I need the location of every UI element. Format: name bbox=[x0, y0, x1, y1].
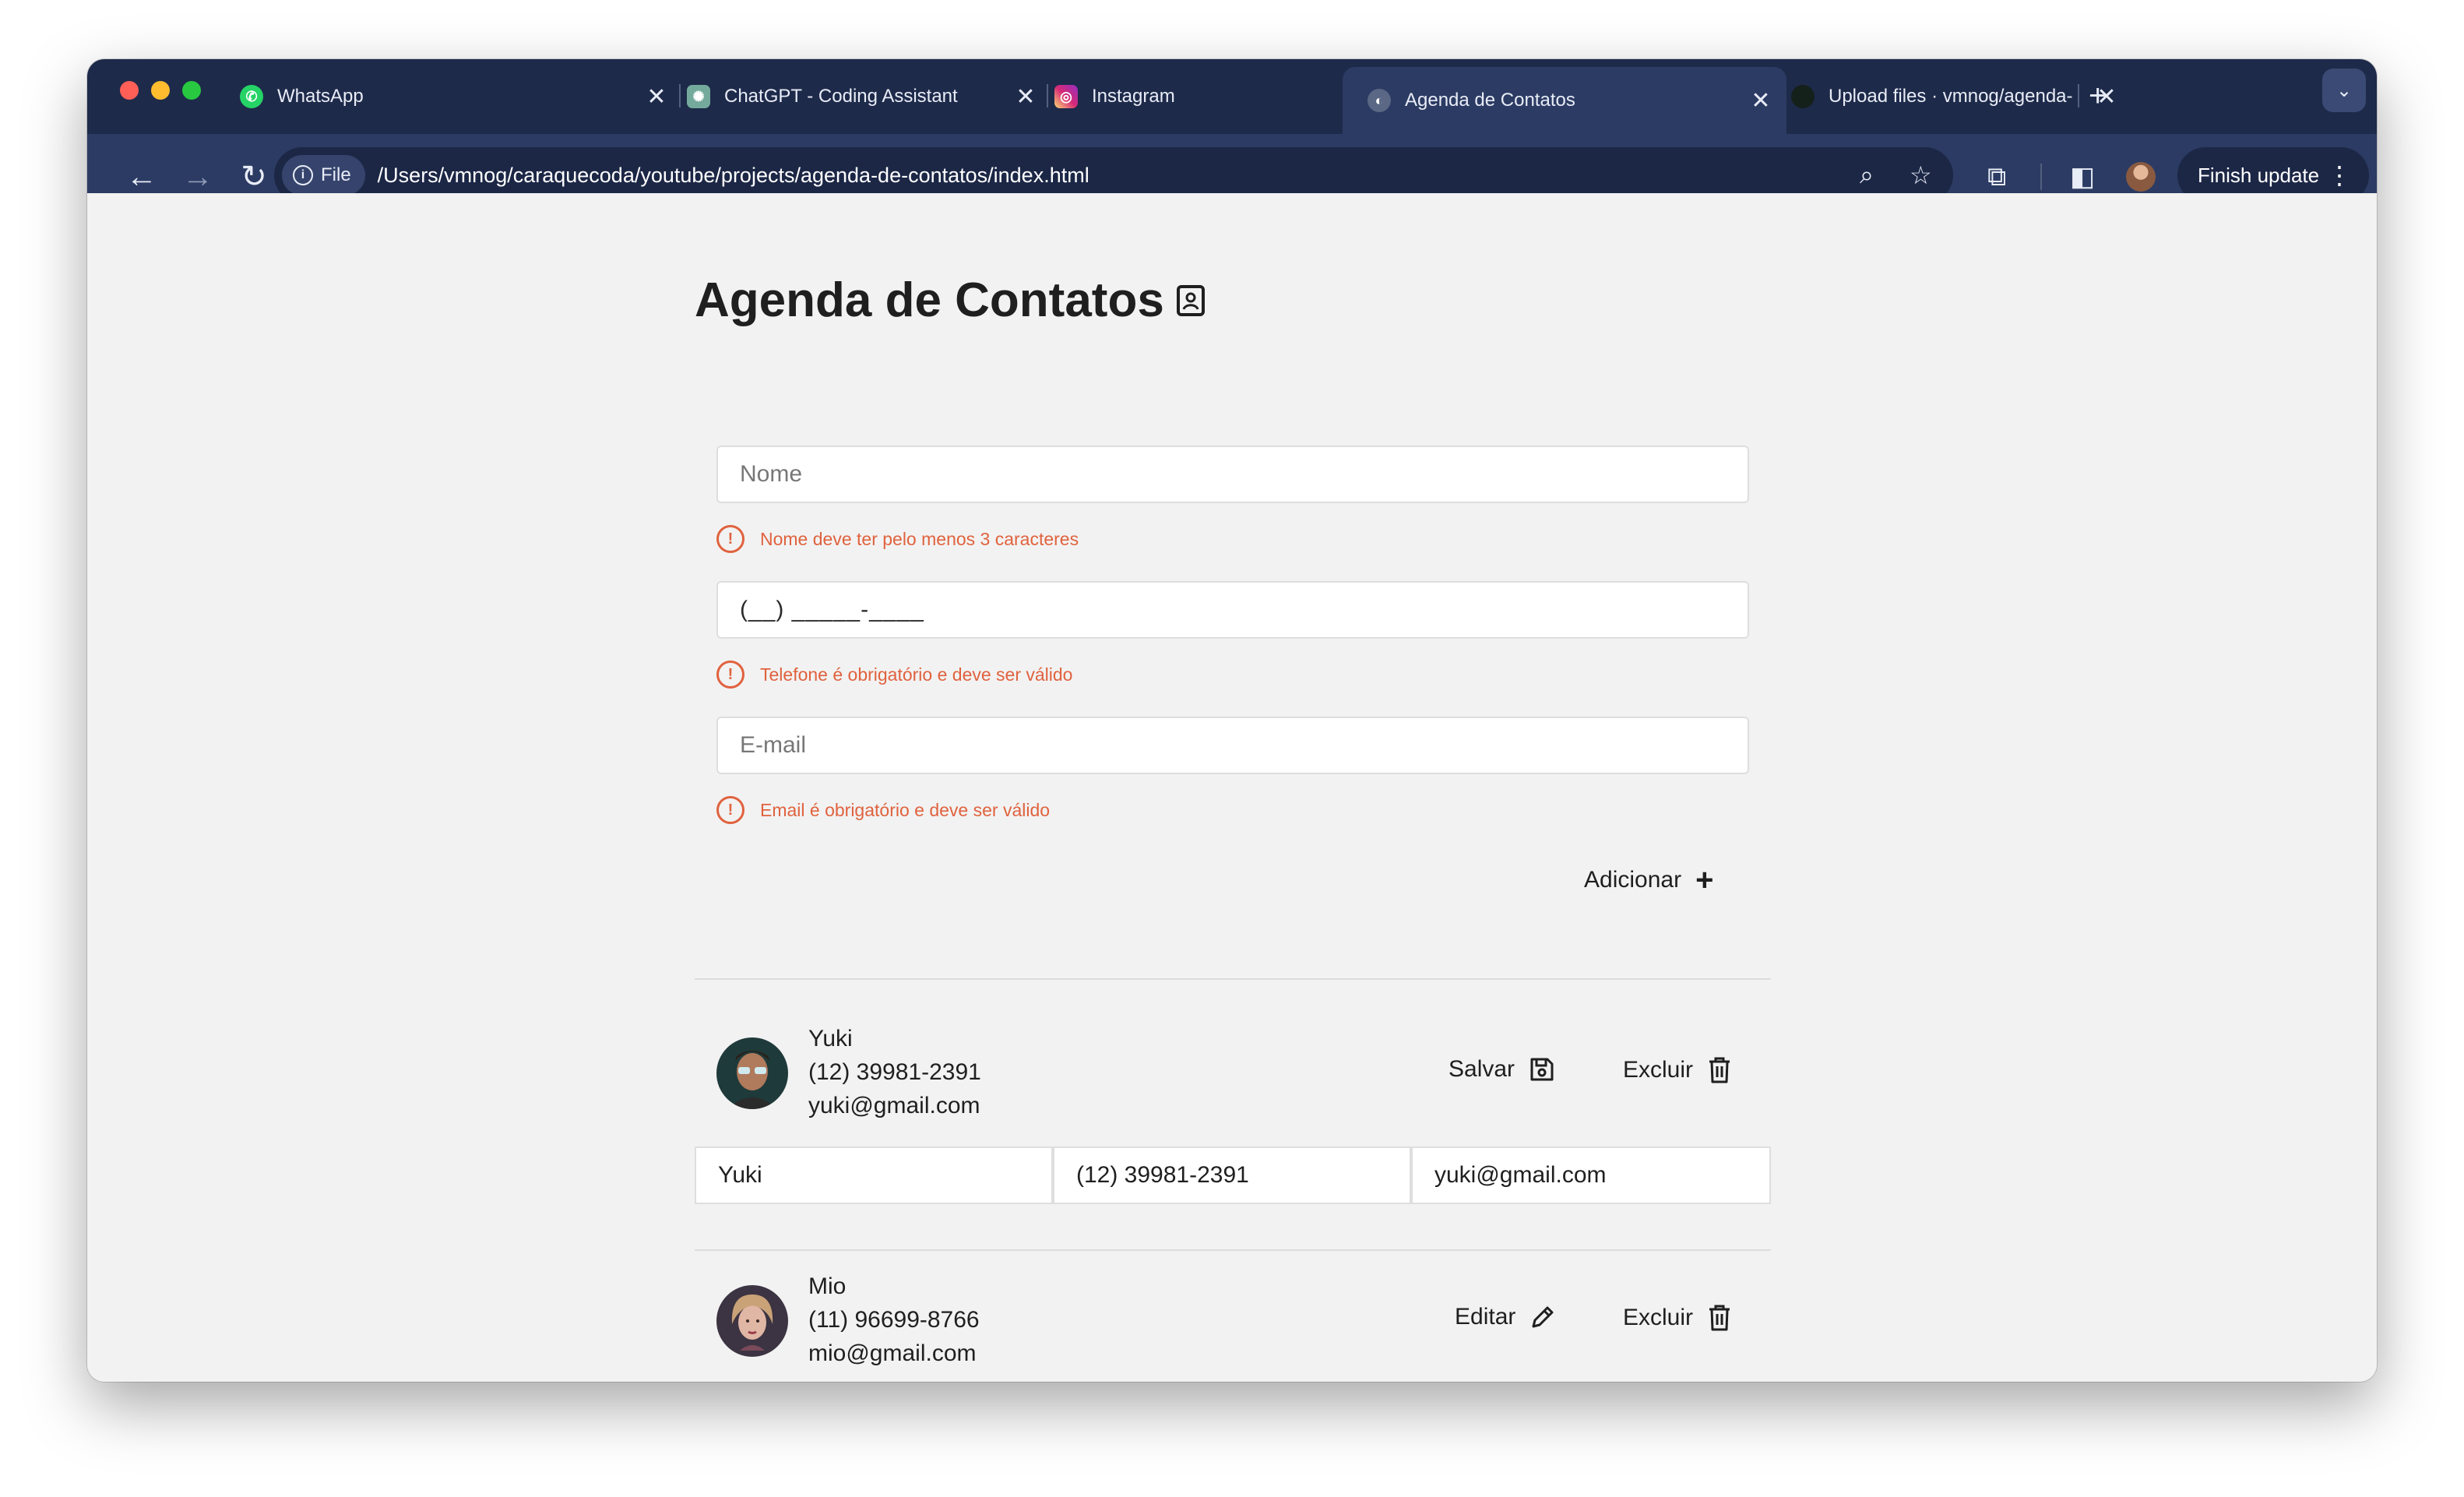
divider bbox=[695, 1249, 1771, 1251]
contact-phone: (12) 39981-2391 bbox=[808, 1059, 981, 1085]
tab-title: Agenda de Contatos bbox=[1405, 90, 1575, 111]
alert-circle-icon: ! bbox=[716, 660, 744, 689]
email-error: ! Email é obrigatório e deve ser válido bbox=[716, 794, 1050, 826]
page-title-row: Agenda de Contatos bbox=[695, 273, 1205, 328]
delete-button[interactable]: Excluir bbox=[1623, 1304, 1732, 1332]
contact-email: mio@gmail.com bbox=[808, 1340, 977, 1366]
page-content: Agenda de Contatos Nome ! Nome deve ter … bbox=[87, 193, 2377, 1382]
tab-title: WhatsApp bbox=[277, 86, 364, 107]
phone-input[interactable]: (__) _____-____ bbox=[716, 581, 1749, 639]
arrow-left-icon: ← bbox=[126, 159, 157, 194]
alert-circle-icon: ! bbox=[716, 525, 744, 553]
tab-whatsapp[interactable]: ✆ WhatsApp ✕ bbox=[240, 67, 668, 126]
contact-card-icon bbox=[1176, 284, 1205, 316]
new-tab-button[interactable]: + bbox=[2089, 76, 2107, 115]
save-icon bbox=[1529, 1056, 1555, 1083]
toolbar-separator bbox=[2040, 164, 2042, 190]
tab-title: ChatGPT - Coding Assistant bbox=[724, 86, 958, 107]
tab-search-button[interactable]: ⌄ bbox=[2322, 69, 2366, 112]
phone-error-text: Telefone é obrigatório e deve ser válido bbox=[760, 664, 1073, 685]
url-text[interactable]: /Users/vmnog/caraquecoda/youtube/project… bbox=[378, 164, 1089, 188]
contact-name: Mio bbox=[808, 1273, 847, 1299]
maximize-window-button[interactable] bbox=[182, 81, 201, 100]
delete-label: Excluir bbox=[1623, 1057, 1694, 1083]
arrow-right-icon: → bbox=[182, 159, 213, 194]
chevron-down-icon: ⌄ bbox=[2336, 79, 2353, 101]
site-info-chip[interactable]: i File bbox=[282, 155, 365, 195]
tab-upload-files[interactable]: Upload files · vmnog/agenda- ✕ bbox=[1712, 67, 2140, 126]
instagram-icon: ◎ bbox=[1054, 85, 1078, 108]
whatsapp-icon: ✆ bbox=[240, 85, 263, 108]
save-label: Salvar bbox=[1448, 1056, 1515, 1082]
email-input[interactable]: E-mail bbox=[716, 717, 1749, 774]
phone-error: ! Telefone é obrigatório e deve ser váli… bbox=[716, 659, 1072, 690]
profile-avatar[interactable] bbox=[2126, 162, 2156, 192]
name-input[interactable]: Nome bbox=[716, 446, 1749, 503]
alert-circle-icon: ! bbox=[716, 796, 744, 824]
plus-icon: + bbox=[1695, 863, 1714, 897]
tab-strip: ✆ WhatsApp ✕ ✺ ChatGPT - Coding Assistan… bbox=[87, 59, 2377, 134]
info-icon: i bbox=[293, 165, 313, 185]
close-window-button[interactable] bbox=[120, 81, 139, 100]
edit-button[interactable]: Editar bbox=[1455, 1304, 1556, 1330]
contact-info: Yuki (12) 39981-2391 yuki@gmail.com bbox=[808, 1022, 981, 1122]
finish-update-label: Finish update bbox=[2198, 163, 2320, 187]
trash-icon bbox=[1707, 1304, 1732, 1332]
globe-icon: ◐ bbox=[1368, 89, 1391, 112]
trash-icon bbox=[1707, 1056, 1732, 1084]
site-info-label: File bbox=[321, 164, 351, 185]
tab-title: Upload files · vmnog/agenda- bbox=[1829, 86, 2073, 107]
contact-info: Mio (11) 96699-8766 mio@gmail.com bbox=[808, 1270, 980, 1370]
reload-icon: ↻ bbox=[241, 160, 267, 194]
add-contact-button[interactable]: Adicionar + bbox=[1584, 865, 1713, 896]
tab-title: Instagram bbox=[1092, 86, 1175, 107]
delete-label: Excluir bbox=[1623, 1305, 1694, 1330]
edit-phone-input[interactable]: (12) 39981-2391 bbox=[1053, 1147, 1411, 1204]
name-error-text: Nome deve ter pelo menos 3 caracteres bbox=[760, 528, 1079, 549]
edit-email-input[interactable]: yuki@gmail.com bbox=[1411, 1147, 1771, 1204]
tab-separator bbox=[2078, 84, 2079, 107]
github-icon bbox=[1791, 85, 1815, 108]
edit-label: Editar bbox=[1455, 1304, 1516, 1330]
add-label: Adicionar bbox=[1584, 867, 1682, 893]
tab-instagram[interactable]: ◎ Instagram ✕ bbox=[975, 67, 1405, 126]
avatar bbox=[716, 1037, 788, 1109]
divider bbox=[695, 978, 1771, 980]
edit-row: Yuki (12) 39981-2391 yuki@gmail.com bbox=[695, 1147, 1771, 1204]
tab-chatgpt[interactable]: ✺ ChatGPT - Coding Assistant ✕ bbox=[607, 67, 1037, 126]
page-title: Agenda de Contatos bbox=[695, 273, 1164, 327]
pencil-icon bbox=[1529, 1304, 1556, 1330]
delete-button[interactable]: Excluir bbox=[1623, 1056, 1732, 1084]
avatar bbox=[716, 1285, 788, 1357]
chatgpt-icon: ✺ bbox=[687, 85, 710, 108]
email-error-text: Email é obrigatório e deve ser válido bbox=[760, 799, 1051, 820]
contact-email: yuki@gmail.com bbox=[808, 1093, 980, 1118]
contact-name: Yuki bbox=[808, 1026, 853, 1051]
browser-window: ✆ WhatsApp ✕ ✺ ChatGPT - Coding Assistan… bbox=[87, 59, 2377, 1382]
edit-name-input[interactable]: Yuki bbox=[695, 1147, 1053, 1204]
name-error: ! Nome deve ter pelo menos 3 caracteres bbox=[716, 523, 1079, 555]
contact-phone: (11) 96699-8766 bbox=[808, 1307, 980, 1333]
minimize-window-button[interactable] bbox=[151, 81, 170, 100]
save-button[interactable]: Salvar bbox=[1448, 1056, 1555, 1083]
